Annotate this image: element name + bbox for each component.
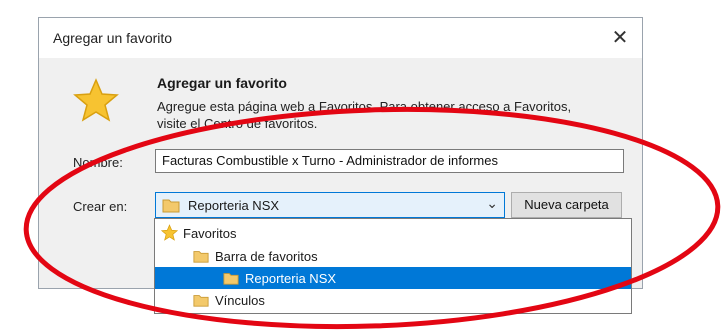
folder-item-label: Favoritos: [183, 226, 237, 241]
title-bar: Agregar un favorito ✕: [39, 18, 642, 58]
folder-icon: [162, 199, 180, 213]
close-icon[interactable]: ✕: [606, 24, 634, 52]
folder-icon: [193, 295, 209, 307]
create-in-label: Crear en:: [73, 199, 128, 214]
star-icon: [161, 224, 178, 241]
folder-dropdown-list: Favoritos Barra de favoritos Reporteria …: [154, 218, 632, 314]
folder-icon: [223, 273, 239, 285]
dialog-description: Agregue esta página web a Favoritos. Par…: [157, 99, 572, 131]
dialog-title: Agregar un favorito: [53, 30, 173, 46]
name-label: Nombre:: [73, 155, 123, 170]
chevron-down-icon[interactable]: ⌄: [486, 195, 498, 212]
folder-item-label: Vínculos: [215, 293, 265, 308]
folder-item-label: Barra de favoritos: [215, 249, 318, 264]
folder-item-reporteria-nsx[interactable]: Reporteria NSX: [155, 267, 631, 289]
dialog-heading: Agregar un favorito: [157, 75, 287, 91]
folder-item-favoritos[interactable]: Favoritos: [155, 222, 631, 244]
folder-item-label: Reporteria NSX: [245, 271, 337, 286]
folder-item-vinculos[interactable]: Vínculos: [155, 289, 631, 311]
folder-icon: [193, 251, 209, 263]
folder-item-barra-de-favoritos[interactable]: Barra de favoritos: [155, 245, 631, 267]
name-input[interactable]: Facturas Combustible x Turno - Administr…: [155, 149, 624, 173]
new-folder-button[interactable]: Nueva carpeta: [511, 192, 622, 218]
create-in-select[interactable]: Reporteria NSX ⌄: [155, 192, 505, 218]
favorite-star-icon: [73, 78, 119, 122]
create-in-value: Reporteria NSX: [188, 198, 280, 213]
